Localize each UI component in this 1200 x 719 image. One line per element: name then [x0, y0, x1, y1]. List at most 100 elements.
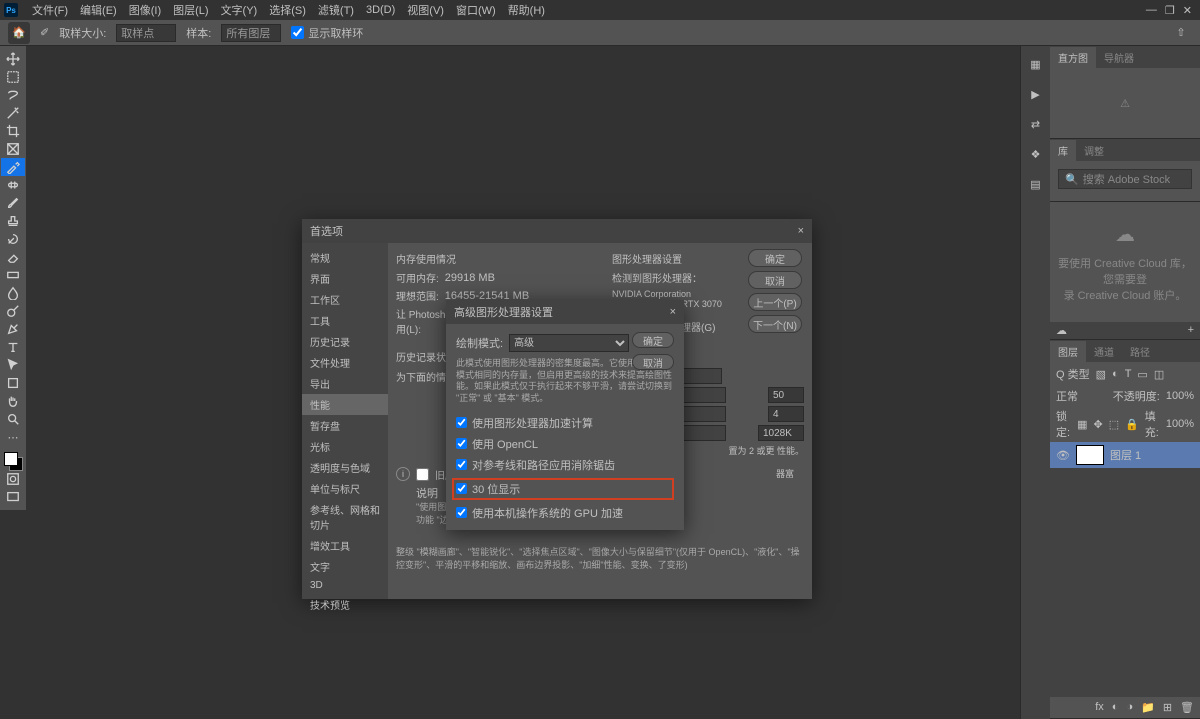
filter-smart-icon[interactable]: ◫	[1154, 368, 1164, 381]
type-tool[interactable]	[1, 338, 25, 356]
prefs-units[interactable]: 单位与标尺	[302, 478, 388, 499]
cb-30bit[interactable]	[456, 483, 467, 494]
cloud-small-icon[interactable]: ☁	[1056, 324, 1067, 337]
color-swatch[interactable]	[4, 452, 22, 470]
prefs-cancel-button[interactable]: 取消	[748, 271, 802, 289]
tab-library[interactable]: 库	[1050, 140, 1076, 161]
tab-channels[interactable]: 通道	[1086, 341, 1122, 362]
menu-image[interactable]: 图像(I)	[123, 0, 167, 20]
heal-tool[interactable]	[1, 176, 25, 194]
menu-layer[interactable]: 图层(L)	[167, 0, 214, 20]
cb-native-gpu[interactable]	[456, 507, 467, 518]
lock-art-icon[interactable]: ⬚	[1109, 418, 1119, 431]
dodge-tool[interactable]	[1, 302, 25, 320]
menu-select[interactable]: 选择(S)	[263, 0, 312, 20]
lock-all-icon[interactable]: 🔒	[1125, 418, 1139, 431]
prefs-techpreview[interactable]: 技术预览	[302, 594, 388, 615]
menu-help[interactable]: 帮助(H)	[502, 0, 551, 20]
path-select-tool[interactable]	[1, 356, 25, 374]
tab-histogram[interactable]: 直方图	[1050, 47, 1096, 68]
menu-view[interactable]: 视图(V)	[401, 0, 450, 20]
layer-row[interactable]: 👁 图层 1	[1050, 442, 1200, 468]
trash-icon[interactable]: 🗑	[1180, 701, 1194, 714]
quickmask-tool[interactable]	[1, 470, 25, 488]
blur-tool[interactable]	[1, 284, 25, 302]
lock-pixel-icon[interactable]: ▦	[1077, 418, 1087, 431]
gpu-dlg-close-button[interactable]: ×	[670, 306, 676, 318]
menu-window[interactable]: 窗口(W)	[450, 0, 502, 20]
cache-val-2[interactable]	[768, 406, 804, 422]
lasso-tool[interactable]	[1, 86, 25, 104]
lock-pos-icon[interactable]: ✥	[1093, 418, 1102, 431]
close-icon[interactable]: ✕	[1183, 4, 1192, 17]
prefs-guides[interactable]: 参考线、网格和切片	[302, 499, 388, 535]
filter-type-icon[interactable]: T	[1125, 368, 1132, 380]
eraser-tool[interactable]	[1, 248, 25, 266]
prefs-plugins[interactable]: 增效工具	[302, 535, 388, 556]
marquee-tool[interactable]	[1, 68, 25, 86]
shape-tool[interactable]	[1, 374, 25, 392]
filter-pixel-icon[interactable]: ▧	[1096, 368, 1106, 381]
mask-icon[interactable]: ◐	[1112, 701, 1119, 714]
eyedropper-tool[interactable]	[1, 158, 25, 176]
move-tool[interactable]	[1, 50, 25, 68]
prefs-general[interactable]: 常规	[302, 247, 388, 268]
fx-icon[interactable]: fx	[1095, 701, 1104, 714]
zoom-tool[interactable]	[1, 410, 25, 428]
gpu-ok-button[interactable]: 确定	[632, 332, 674, 348]
folder-icon[interactable]: 📁	[1141, 701, 1155, 714]
stamp-tool[interactable]	[1, 212, 25, 230]
filter-shape-icon[interactable]: ▭	[1137, 368, 1147, 381]
menu-3d[interactable]: 3D(D)	[360, 2, 401, 18]
tab-paths[interactable]: 路径	[1122, 341, 1158, 362]
tab-layers[interactable]: 图层	[1050, 341, 1086, 362]
cb-opencl[interactable]	[456, 438, 467, 449]
new-layer-icon[interactable]: ⊞	[1163, 701, 1172, 714]
gpu-cancel-button[interactable]: 取消	[632, 354, 674, 370]
crop-tool[interactable]	[1, 122, 25, 140]
strip-icon-5[interactable]: ▤	[1026, 174, 1046, 194]
sample-input[interactable]	[221, 24, 281, 42]
opacity-value[interactable]: 100%	[1166, 390, 1194, 402]
prefs-next-button[interactable]: 下一个(N)	[748, 315, 802, 333]
strip-icon-2[interactable]: ▶	[1026, 84, 1046, 104]
prefs-tools[interactable]: 工具	[302, 310, 388, 331]
prefs-3d[interactable]: 3D	[302, 577, 388, 594]
cache-val-1[interactable]	[768, 387, 804, 403]
prefs-type[interactable]: 文字	[302, 556, 388, 577]
minimize-icon[interactable]: —	[1146, 4, 1157, 17]
cb-antialias[interactable]	[456, 459, 467, 470]
prefs-performance[interactable]: 性能	[302, 394, 388, 415]
menu-file[interactable]: 文件(F)	[26, 0, 74, 20]
legacy-checkbox[interactable]	[416, 468, 429, 481]
menu-edit[interactable]: 编辑(E)	[74, 0, 123, 20]
prefs-close-button[interactable]: ×	[798, 225, 804, 237]
prefs-filehandling[interactable]: 文件处理	[302, 352, 388, 373]
pen-tool[interactable]	[1, 320, 25, 338]
hand-tool[interactable]	[1, 392, 25, 410]
filter-adj-icon[interactable]: ◐	[1112, 368, 1119, 380]
frame-tool[interactable]	[1, 140, 25, 158]
draw-mode-select[interactable]: 高级	[509, 334, 629, 352]
visibility-icon[interactable]: 👁	[1056, 449, 1070, 462]
adj-icon[interactable]: ◑	[1126, 701, 1133, 714]
prefs-cursors[interactable]: 光标	[302, 436, 388, 457]
show-sample-ring-checkbox[interactable]	[291, 26, 304, 39]
history-brush-tool[interactable]	[1, 230, 25, 248]
brush-tool[interactable]	[1, 194, 25, 212]
screen-mode-tool[interactable]	[1, 488, 25, 506]
maximize-icon[interactable]: ❐	[1165, 4, 1175, 17]
layer-thumbnail[interactable]	[1076, 445, 1104, 465]
strip-icon-1[interactable]: ▦	[1026, 54, 1046, 74]
blend-mode[interactable]: 正常	[1056, 388, 1078, 404]
prefs-interface[interactable]: 界面	[302, 268, 388, 289]
strip-icon-4[interactable]: ❖	[1026, 144, 1046, 164]
library-search[interactable]: 🔍搜索 Adobe Stock	[1058, 169, 1192, 189]
prefs-ok-button[interactable]: 确定	[748, 249, 802, 267]
prefs-export[interactable]: 导出	[302, 373, 388, 394]
edit-toolbar[interactable]: ⋯	[1, 428, 25, 446]
home-button[interactable]: 🏠	[8, 22, 30, 44]
sample-size-input[interactable]	[116, 24, 176, 42]
fill-value[interactable]: 100%	[1166, 418, 1194, 430]
tab-navigator[interactable]: 导航器	[1096, 47, 1142, 68]
